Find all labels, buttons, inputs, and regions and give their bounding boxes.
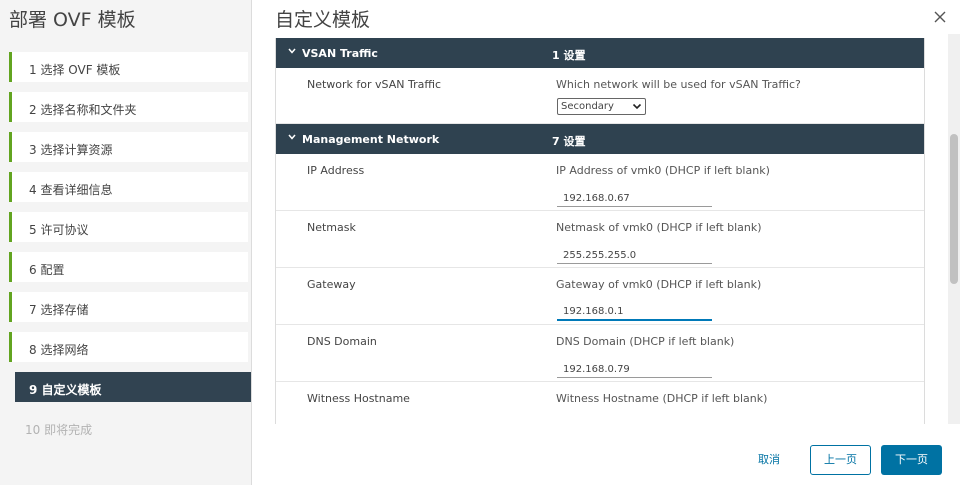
property-row-ip: IP Address IP Address of vmk0 (DHCP if l… <box>276 154 924 211</box>
gateway-input[interactable] <box>557 304 712 321</box>
property-description: Gateway of vmk0 (DHCP if left blank) <box>556 278 762 291</box>
property-row-dns-domain: DNS Domain DNS Domain (DHCP if left blan… <box>276 325 924 382</box>
property-label: DNS Domain <box>307 335 377 348</box>
close-button[interactable] <box>932 9 948 25</box>
step-6[interactable]: 6 配置 <box>9 248 251 288</box>
step-label: 10 即将完成 <box>25 423 93 437</box>
cancel-button[interactable]: 取消 <box>745 447 793 473</box>
template-properties: VSAN Traffic 1 设置 Network for vSAN Traff… <box>275 38 925 424</box>
property-label: Network for vSAN Traffic <box>307 78 442 91</box>
wizard-steps: 1 选择 OVF 模板 2 选择名称和文件夹 3 选择计算资源 4 查看详细信息… <box>9 48 251 448</box>
chevron-down-icon <box>632 103 642 110</box>
scrollbar-thumb[interactable] <box>950 134 958 284</box>
property-description: IP Address of vmk0 (DHCP if left blank) <box>556 164 770 177</box>
select-value: Secondary <box>561 101 614 112</box>
section-count: 7 设置 <box>552 135 586 148</box>
close-icon <box>934 11 946 23</box>
section-header-management[interactable]: Management Network 7 设置 <box>276 124 924 154</box>
property-row-witness-hostname: Witness Hostname Witness Hostname (DHCP … <box>276 382 924 424</box>
netmask-input[interactable] <box>557 247 712 264</box>
wizard-title: 部署 OVF 模板 <box>9 9 136 31</box>
step-9[interactable]: 9 自定义模板 <box>9 368 251 408</box>
property-row: Network for vSAN Traffic Which network w… <box>276 68 924 124</box>
step-8[interactable]: 8 选择网络 <box>9 328 251 368</box>
step-label: 4 查看详细信息 <box>29 183 113 197</box>
page-title: 自定义模板 <box>275 9 371 31</box>
step-4[interactable]: 4 查看详细信息 <box>9 168 251 208</box>
chevron-down-icon <box>288 48 296 54</box>
chevron-down-icon <box>288 134 296 140</box>
property-label: Witness Hostname <box>307 392 410 405</box>
property-label: IP Address <box>307 164 365 177</box>
property-row-gateway: Gateway Gateway of vmk0 (DHCP if left bl… <box>276 268 924 325</box>
section-header-vsan[interactable]: VSAN Traffic 1 设置 <box>276 38 924 68</box>
step-label: 3 选择计算资源 <box>29 143 113 157</box>
wizard-sidebar: 部署 OVF 模板 1 选择 OVF 模板 2 选择名称和文件夹 3 选择计算资… <box>0 0 252 485</box>
property-row-netmask: Netmask Netmask of vmk0 (DHCP if left bl… <box>276 211 924 268</box>
step-label: 7 选择存储 <box>29 303 89 317</box>
property-description: DNS Domain (DHCP if left blank) <box>556 335 735 348</box>
property-description: Witness Hostname (DHCP if left blank) <box>556 392 768 405</box>
scrollbar[interactable] <box>948 34 960 424</box>
ip-address-input[interactable] <box>557 190 712 207</box>
step-label: 8 选择网络 <box>29 343 89 357</box>
property-description: Netmask of vmk0 (DHCP if left blank) <box>556 221 762 234</box>
section-name: Management Network <box>302 133 440 146</box>
step-3[interactable]: 3 选择计算资源 <box>9 128 251 168</box>
vsan-network-select[interactable]: Secondary <box>557 98 646 115</box>
step-label: 1 选择 OVF 模板 <box>29 63 121 77</box>
step-label: 6 配置 <box>29 263 65 277</box>
back-button[interactable]: 上一页 <box>810 445 871 475</box>
step-10: 10 即将完成 <box>9 408 251 448</box>
dns-domain-input[interactable] <box>557 361 712 378</box>
property-description: Which network will be used for vSAN Traf… <box>556 78 801 91</box>
step-label: 2 选择名称和文件夹 <box>29 103 137 117</box>
section-count: 1 设置 <box>552 49 586 62</box>
property-label: Gateway <box>307 278 356 291</box>
next-button[interactable]: 下一页 <box>881 445 942 475</box>
section-name: VSAN Traffic <box>302 47 378 60</box>
step-2[interactable]: 2 选择名称和文件夹 <box>9 88 251 128</box>
step-1[interactable]: 1 选择 OVF 模板 <box>9 48 251 88</box>
step-label: 9 自定义模板 <box>29 383 102 397</box>
step-7[interactable]: 7 选择存储 <box>9 288 251 328</box>
step-5[interactable]: 5 许可协议 <box>9 208 251 248</box>
property-label: Netmask <box>307 221 356 234</box>
step-label: 5 许可协议 <box>29 223 89 237</box>
